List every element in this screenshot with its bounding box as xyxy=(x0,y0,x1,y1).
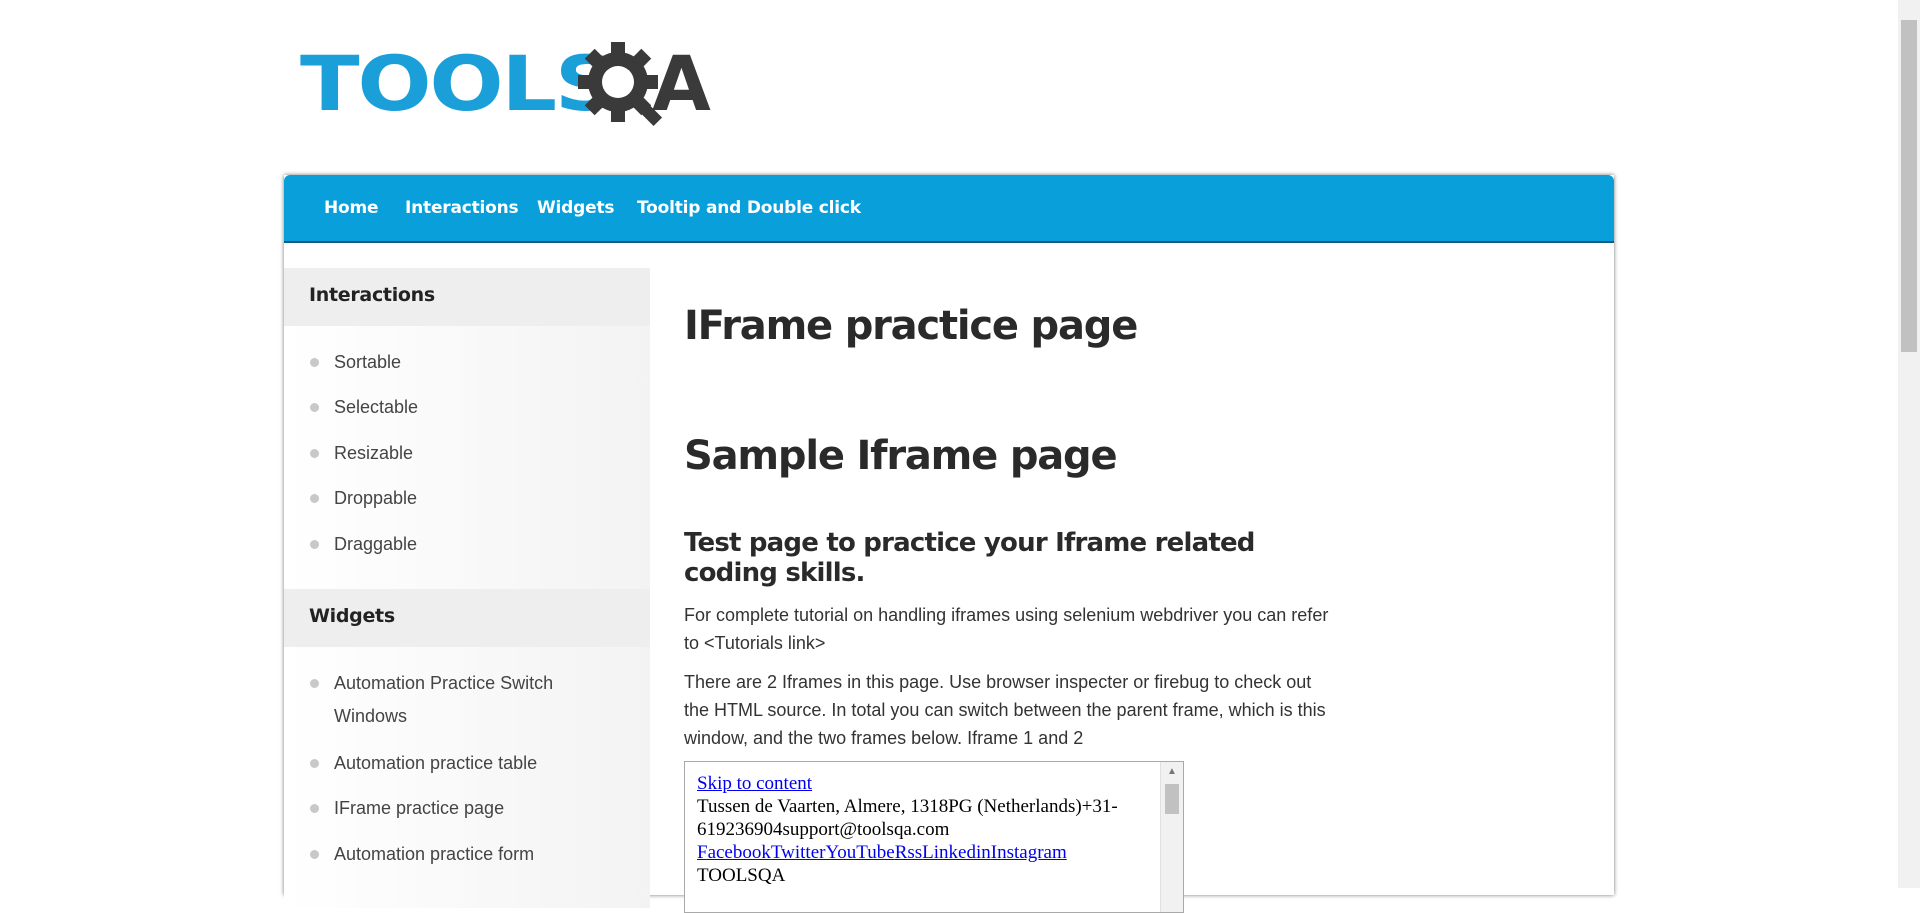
bullet-icon xyxy=(310,850,319,859)
bullet-icon xyxy=(310,358,319,367)
iframe-info-paragraph: There are 2 Iframes in this page. Use br… xyxy=(684,672,1326,748)
rss-link[interactable]: Rss xyxy=(895,842,922,863)
sidebar-item-sortable[interactable]: Sortable xyxy=(334,346,401,379)
sidebar-item-practice-form[interactable]: Automation practice form xyxy=(334,838,534,871)
contact-address: Tussen de Vaarten, Almere, 1318PG (Nethe… xyxy=(697,796,1118,840)
twitter-link[interactable]: Twitter xyxy=(771,842,826,863)
bullet-icon xyxy=(310,804,319,813)
toolsqa-logo[interactable]: TOOLS A xyxy=(300,39,711,142)
iframe-1[interactable]: Skip to content Tussen de Vaarten, Almer… xyxy=(684,761,1184,913)
youtube-link[interactable]: YouTube xyxy=(825,842,894,863)
iframe-scrollbar[interactable]: ▲ xyxy=(1160,762,1183,912)
page-scroll-thumb[interactable] xyxy=(1901,20,1917,352)
main-navbar: Home Interactions Widgets Tooltip and Do… xyxy=(284,175,1614,243)
iframe-scroll-thumb[interactable] xyxy=(1165,784,1179,814)
linkedin-link[interactable]: Linkedin xyxy=(922,842,991,863)
social-links: FacebookTwitterYouTubeRssLinkedinInstagr… xyxy=(697,841,1157,864)
skip-to-content-link[interactable]: Skip to content xyxy=(697,773,812,794)
bullet-icon xyxy=(310,494,319,503)
section-heading: Sample Iframe page xyxy=(684,433,1118,479)
sidebar: Interactions Sortable Selectable Resizab… xyxy=(284,268,650,908)
logo-text-tools: TOOLS xyxy=(300,39,618,128)
sidebar-item-draggable[interactable]: Draggable xyxy=(334,528,417,561)
logo-text-a: A xyxy=(652,39,711,128)
section-subheading: Test page to practice your Iframe relate… xyxy=(684,528,1255,588)
tutorial-paragraph: For complete tutorial on handling iframe… xyxy=(684,605,1329,653)
nav-widgets[interactable]: Widgets xyxy=(537,198,614,218)
bullet-icon xyxy=(310,403,319,412)
page-scrollbar[interactable] xyxy=(1898,0,1920,888)
facebook-link[interactable]: Facebook xyxy=(697,842,771,863)
nav-home[interactable]: Home xyxy=(324,198,379,218)
sidebar-item-switch-windows[interactable]: Automation Practice Switch Windows xyxy=(334,667,604,733)
bullet-icon xyxy=(310,540,319,549)
gear-magnifier-icon xyxy=(578,42,662,127)
page-frame: Home Interactions Widgets Tooltip and Do… xyxy=(284,175,1614,913)
bullet-icon xyxy=(310,759,319,768)
nav-tooltip-double-click[interactable]: Tooltip and Double click xyxy=(637,198,861,218)
iframe-content: Skip to content Tussen de Vaarten, Almer… xyxy=(697,772,1157,887)
sidebar-item-droppable[interactable]: Droppable xyxy=(334,482,417,515)
sidebar-item-resizable[interactable]: Resizable xyxy=(334,437,413,470)
page-title: IFrame practice page xyxy=(684,303,1138,349)
sidebar-heading-widgets: Widgets xyxy=(284,589,650,647)
sidebar-item-iframe-page[interactable]: IFrame practice page xyxy=(334,792,504,825)
instagram-link[interactable]: Instagram xyxy=(991,842,1067,863)
nav-interactions[interactable]: Interactions xyxy=(405,198,519,218)
sidebar-item-practice-table[interactable]: Automation practice table xyxy=(334,747,537,780)
iframe-brand-text: TOOLSQA xyxy=(697,865,786,886)
scroll-up-arrow-icon[interactable]: ▲ xyxy=(1161,764,1183,780)
sidebar-heading-interactions: Interactions xyxy=(284,268,650,326)
sidebar-item-selectable[interactable]: Selectable xyxy=(334,391,418,424)
bullet-icon xyxy=(310,449,319,458)
bullet-icon xyxy=(310,679,319,688)
